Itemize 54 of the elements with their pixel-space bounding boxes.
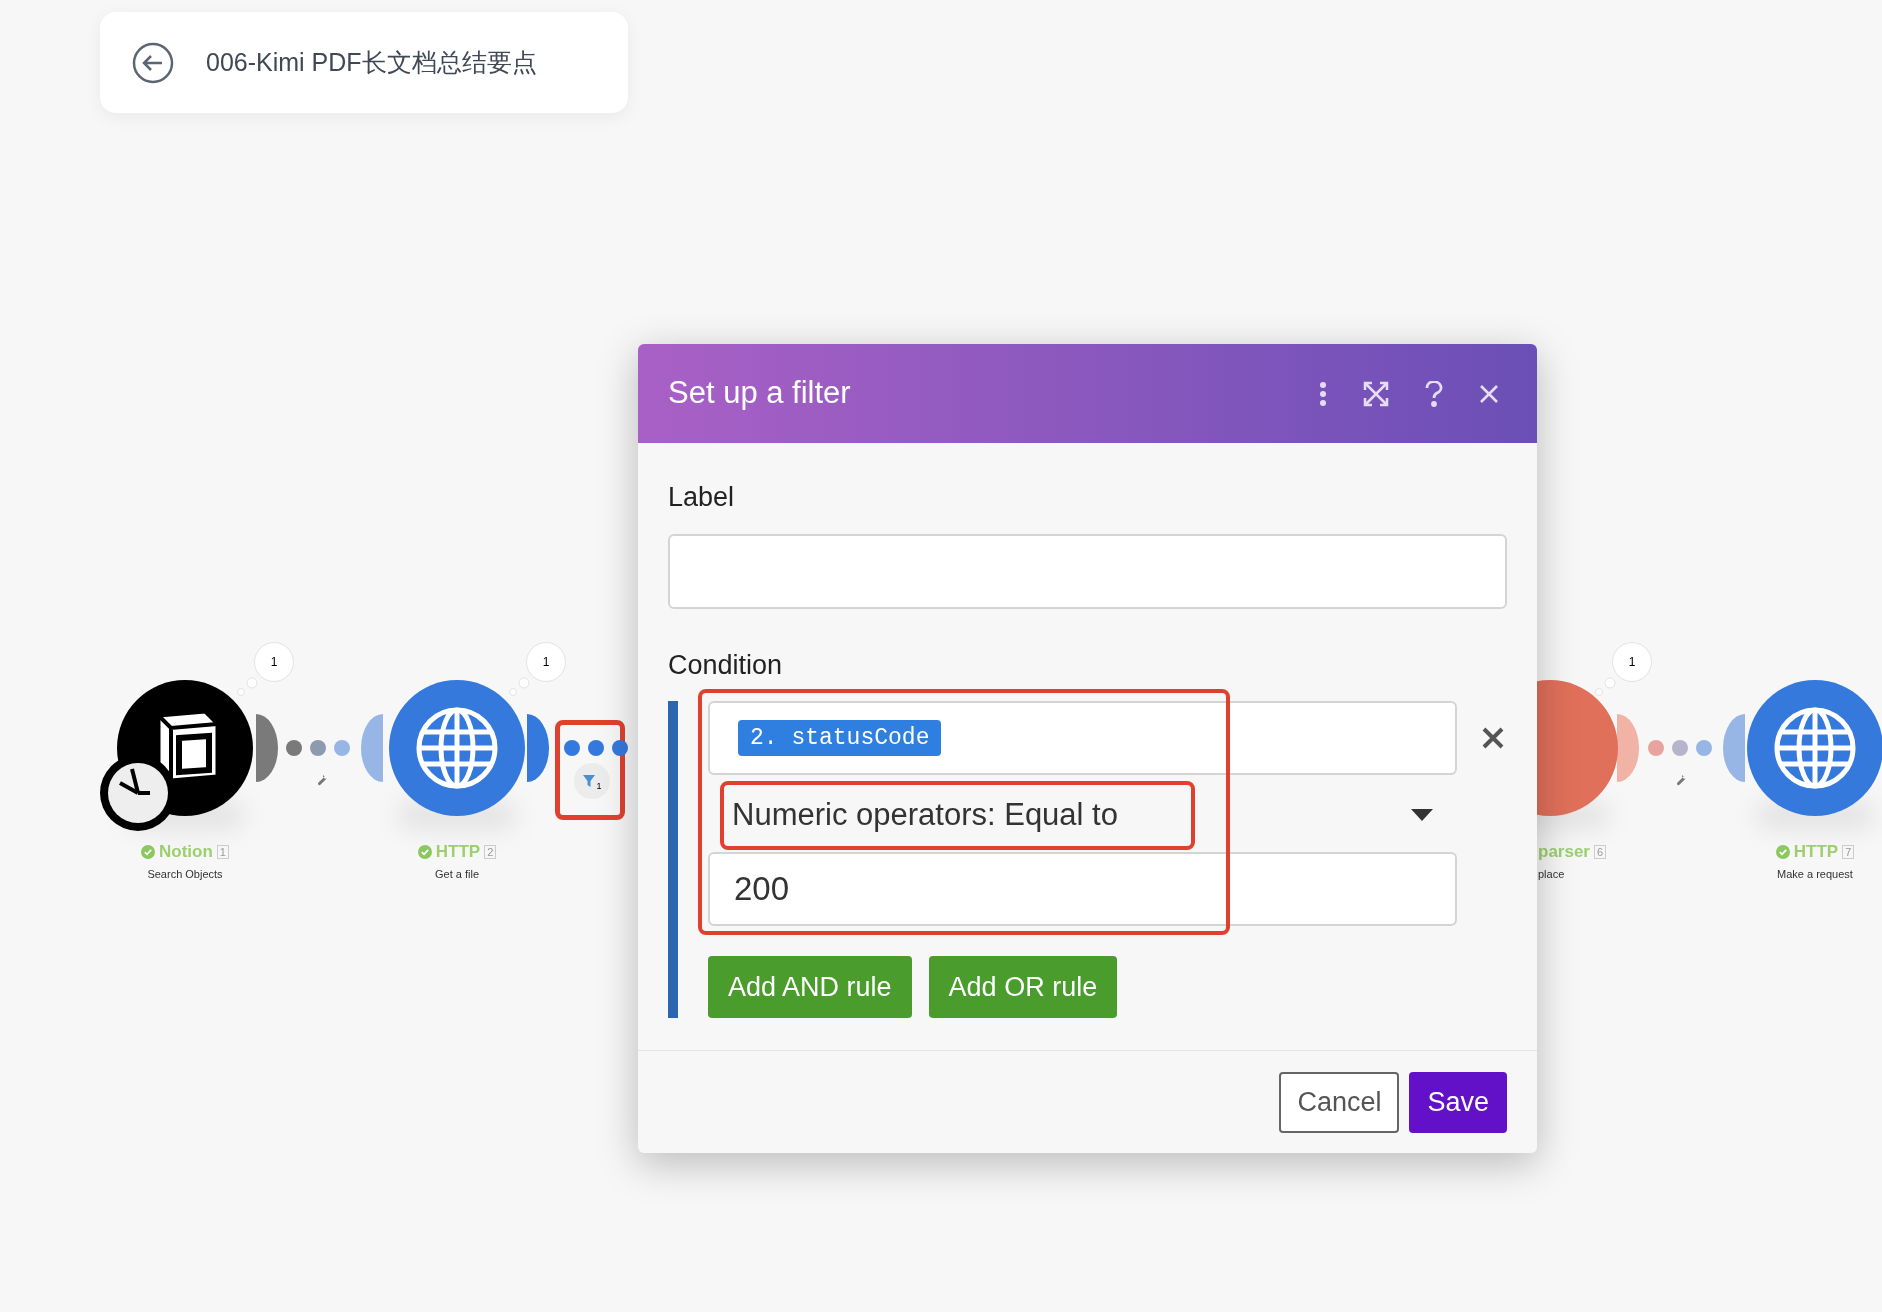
module-action: Make a request <box>1777 867 1853 882</box>
scenario-title: 006-Kimi PDF长文档总结要点 <box>206 46 537 78</box>
globe-icon[interactable] <box>1747 680 1882 816</box>
operator-select[interactable]: Numeric operators: Equal to <box>708 780 1457 850</box>
operator-value: Numeric operators: Equal to <box>732 795 1118 834</box>
filter-count: 1 <box>596 780 602 794</box>
dialog-title: Set up a filter <box>668 374 852 413</box>
operations-bubble[interactable]: 1 <box>526 642 566 682</box>
connector-cap-icon <box>1617 714 1639 782</box>
connector-dots-icon <box>1647 739 1713 757</box>
funnel-icon <box>582 774 597 788</box>
operations-bubble[interactable]: 1 <box>1612 642 1652 682</box>
help-icon[interactable] <box>1425 380 1443 407</box>
module-number: 1 <box>216 845 229 859</box>
value-input[interactable]: 200 <box>708 852 1457 926</box>
condition-heading: Condition <box>668 648 784 682</box>
filter-badge[interactable]: 1 <box>574 763 610 799</box>
remove-icon[interactable] <box>1481 726 1505 750</box>
thought-bubble-tail-icon <box>1594 677 1616 697</box>
thought-bubble-tail-icon <box>236 677 258 697</box>
connector-cap-icon <box>527 714 549 782</box>
check-circle-icon <box>1775 845 1790 859</box>
module-name: HTTP <box>1793 842 1839 862</box>
close-icon[interactable] <box>1479 383 1499 404</box>
connector-dots-icon <box>285 739 351 757</box>
module-number: 7 <box>1842 845 1855 859</box>
connector-dots-icon <box>563 739 629 757</box>
label-input[interactable] <box>668 533 1507 609</box>
label-heading: Label <box>668 481 736 514</box>
cancel-button[interactable]: Cancel <box>1279 1072 1400 1133</box>
module-name: Notion <box>159 842 213 862</box>
operand-token[interactable]: 2. statusCode <box>738 719 942 757</box>
thought-bubble-tail-icon <box>508 677 530 697</box>
caret-icon <box>1411 809 1433 821</box>
module-action: Get a file <box>435 867 479 882</box>
save-button[interactable]: Save <box>1409 1072 1507 1133</box>
module-action: place <box>1538 867 1565 882</box>
module-name: HTTP <box>435 842 481 862</box>
cube-clock-drawing[interactable] <box>98 680 253 833</box>
check-circle-icon <box>417 845 432 859</box>
connector-cap-icon <box>1723 714 1745 782</box>
connector-cap-icon <box>361 714 383 782</box>
module-number: 2 <box>484 845 497 859</box>
more-icon[interactable] <box>1319 381 1327 406</box>
back-icon[interactable] <box>132 41 174 84</box>
globe-icon[interactable] <box>389 680 525 816</box>
check-circle-icon <box>141 845 155 859</box>
module-action: Search Objects <box>147 867 223 882</box>
connector-cap-icon <box>256 714 278 782</box>
module-number: 6 <box>1594 845 1607 859</box>
module-name: parser <box>1538 842 1590 862</box>
operations-bubble[interactable]: 1 <box>254 642 294 682</box>
operand-field[interactable]: 2. statusCode <box>708 701 1457 775</box>
expand-icon[interactable] <box>1363 380 1389 407</box>
